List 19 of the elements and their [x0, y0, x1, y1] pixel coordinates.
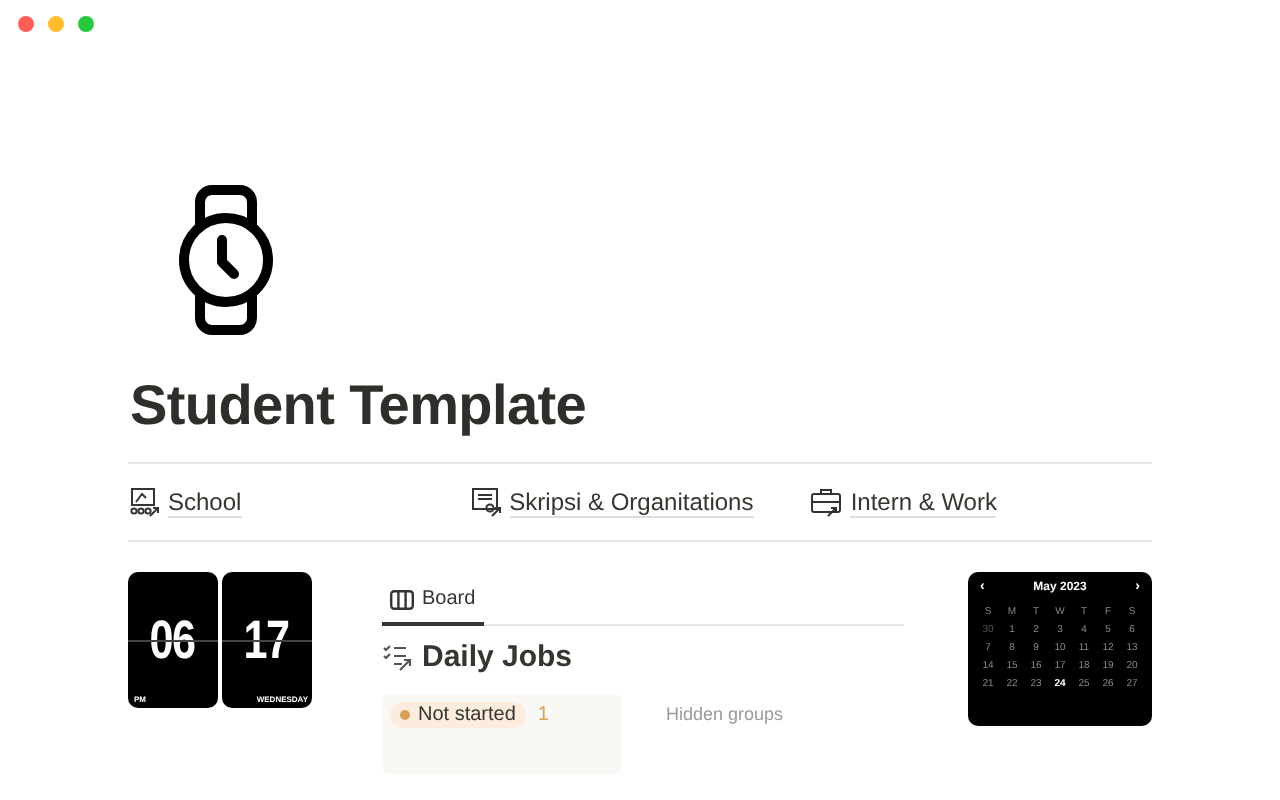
close-button[interactable] — [18, 16, 34, 32]
hidden-groups-label: Hidden groups — [666, 704, 784, 724]
certificate-icon — [469, 486, 502, 518]
page-link[interactable]: Intern & Work — [810, 486, 1153, 518]
briefcase-icon — [810, 486, 843, 518]
page-link[interactable]: School — [128, 486, 470, 518]
checklist-icon — [382, 643, 414, 671]
group-count: 1 — [537, 704, 549, 726]
page-link[interactable]: Skripsi & Organitations — [469, 486, 811, 518]
board-icon — [390, 589, 414, 609]
minute-digits: 17 — [244, 609, 290, 671]
view-tab[interactable]: Board — [382, 588, 484, 626]
watch-icon — [174, 184, 278, 336]
zoom-button[interactable] — [78, 16, 94, 32]
page-title: Student Template — [130, 372, 589, 440]
classroom-icon — [128, 486, 160, 518]
database-title: Daily Jobs — [422, 640, 573, 674]
minimize-button[interactable] — [48, 16, 64, 32]
status-tag: Not started — [390, 702, 526, 728]
